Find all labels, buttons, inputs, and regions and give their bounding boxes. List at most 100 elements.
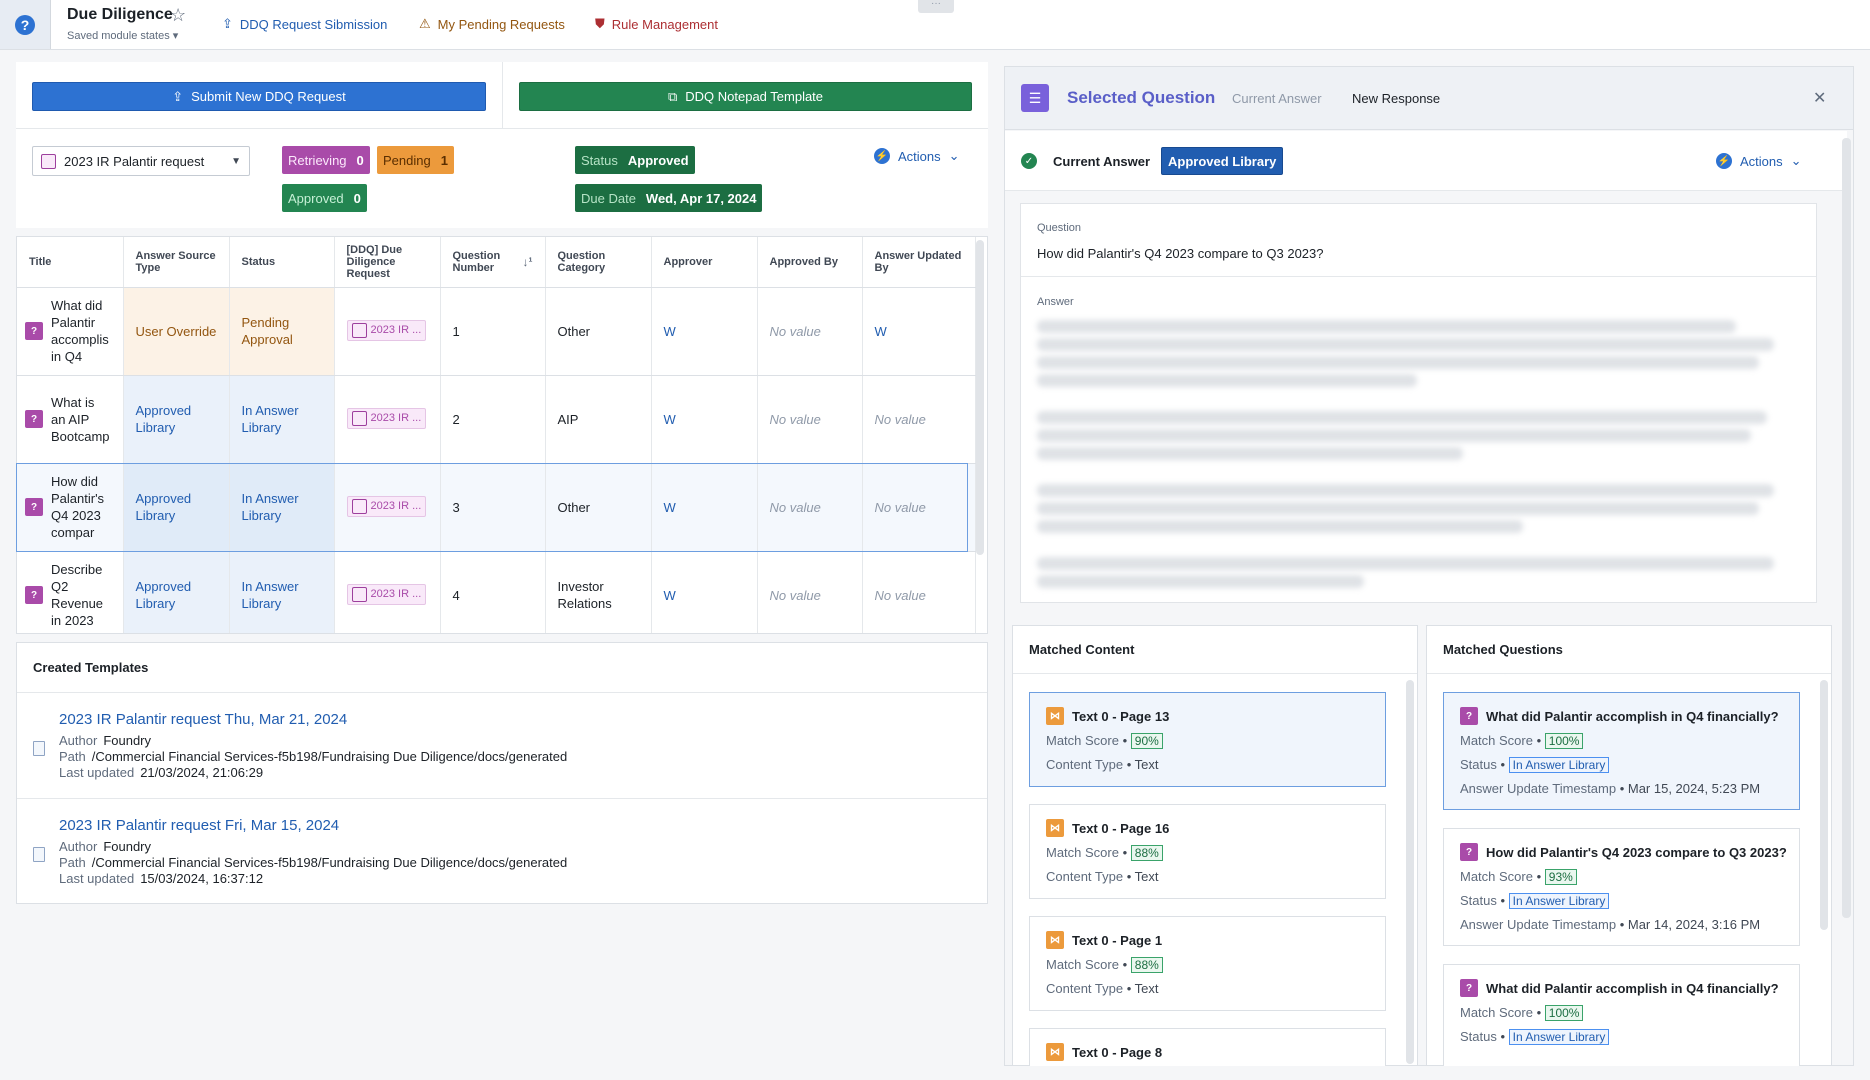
caret-down-icon: ▼ xyxy=(231,155,241,167)
status-value: In Answer Library xyxy=(1508,757,1610,773)
template-link[interactable]: 2023 IR Palantir request Thu, Mar 21, 20… xyxy=(59,711,347,728)
column-header-question-category[interactable]: Question Category xyxy=(545,237,652,288)
template-path: Path/Commercial Financial Services-f5b19… xyxy=(59,749,567,764)
nav-rule-management[interactable]: ⛊ Rule Management xyxy=(595,16,718,32)
request-chip[interactable]: 2023 IR ... xyxy=(346,496,427,517)
matched-question-card[interactable]: ? What did Palantir accomplish in Q4 fina… xyxy=(1443,964,1800,1066)
cell-title[interactable]: ? Describe Q2 Revenue in 2023 xyxy=(17,551,124,633)
right-panel-scrollbar[interactable] xyxy=(1842,138,1851,918)
nav-my-pending-requests[interactable]: ⚠ My Pending Requests xyxy=(419,16,565,32)
submit-label: Submit New DDQ Request xyxy=(191,89,346,104)
cell-request[interactable]: 2023 IR ... xyxy=(334,463,441,552)
nav-ddq-request-submission[interactable]: ⇪ DDQ Request Sibmission xyxy=(222,16,387,32)
actions-menu-button[interactable]: ⚡ Actions ⌄ xyxy=(874,148,960,164)
request-select[interactable]: 2023 IR Palantir request ▼ xyxy=(32,146,250,176)
tab-new-response[interactable]: New Response xyxy=(1352,91,1440,106)
close-icon[interactable]: ✕ xyxy=(1813,88,1826,108)
table-row[interactable]: ? What is an AIP Bootcamp? Approved Libra… xyxy=(17,375,976,464)
column-header-question-number[interactable]: Question Number ↓¹ xyxy=(440,237,546,288)
matched-content-scrollbar[interactable] xyxy=(1406,680,1414,1064)
cell-category: Other xyxy=(545,463,652,552)
star-icon[interactable]: ☆ xyxy=(170,5,186,26)
help-button[interactable]: ? xyxy=(0,0,51,49)
cell-request[interactable]: 2023 IR ... xyxy=(334,551,441,633)
cell-request[interactable]: 2023 IR ... xyxy=(334,375,441,464)
cell-approved-by: No value xyxy=(757,551,863,633)
cell-request[interactable]: 2023 IR ... xyxy=(334,287,441,376)
chevron-down-icon: ⌄ xyxy=(1790,153,1802,168)
external-link-icon: ⧉ xyxy=(667,88,678,104)
matched-content-card[interactable]: ⋈ Text 0 - Page 8 xyxy=(1029,1028,1386,1066)
matched-content-card[interactable]: ⋈ Text 0 - Page 16 Match Score • 88% Cont… xyxy=(1029,804,1386,899)
match-score-row: Match Score • 88% xyxy=(1046,957,1163,973)
type-label: Content Type xyxy=(1046,981,1124,996)
column-header-answer-updated-by[interactable]: Answer Updated By xyxy=(862,237,976,288)
tab-current-answer[interactable]: Current Answer xyxy=(1232,91,1322,106)
cell-approver[interactable]: W xyxy=(651,551,758,633)
question-icon: ? xyxy=(25,498,43,516)
cell-source: Approved Library xyxy=(123,463,230,552)
saved-states-label: Saved module states xyxy=(67,30,170,42)
request-chip[interactable]: 2023 IR ... xyxy=(346,320,427,341)
cell-approver[interactable]: W xyxy=(651,463,758,552)
selected-question-title: Selected Question xyxy=(1067,88,1216,107)
saved-states-dropdown[interactable]: Saved module states ▾ xyxy=(67,29,178,42)
notepad-label: DDQ Notepad Template xyxy=(685,89,824,104)
approved-value: 0 xyxy=(353,190,361,206)
pending-count-tag: Pending 1 xyxy=(377,146,454,174)
ddq-notepad-template-button[interactable]: ⧉ DDQ Notepad Template xyxy=(519,82,972,111)
cell-updated-by[interactable]: W xyxy=(862,287,976,376)
question-icon: ? xyxy=(25,586,43,604)
submit-new-ddq-button[interactable]: ⇪ Submit New DDQ Request xyxy=(32,82,486,111)
matched-content-panel: Matched Content ⋈ Text 0 - Page 13 Match … xyxy=(1012,625,1418,1066)
document-icon xyxy=(351,411,367,426)
table-scrollbar[interactable] xyxy=(976,240,984,555)
column-header-answer-source-type[interactable]: Answer Source Type xyxy=(123,237,230,288)
matched-questions-scrollbar[interactable] xyxy=(1820,680,1828,930)
column-header-approver[interactable]: Approver xyxy=(651,237,758,288)
current-answer-label: Current Answer xyxy=(1053,154,1151,169)
cell-approver[interactable]: W xyxy=(651,287,758,376)
template-link[interactable]: 2023 IR Palantir request Fri, Mar 15, 20… xyxy=(59,817,339,834)
cell-source: Approved Library xyxy=(123,375,230,464)
request-chip-label: 2023 IR ... xyxy=(370,324,422,336)
request-chip[interactable]: 2023 IR ... xyxy=(346,584,427,605)
divider xyxy=(1021,276,1816,277)
pending-label: Pending xyxy=(383,152,431,168)
cell-source: User Override xyxy=(123,287,230,376)
table-row-selected[interactable]: ? How did Palantir's Q4 2023 compar Appro… xyxy=(17,463,976,552)
cell-approver[interactable]: W xyxy=(651,375,758,464)
column-header-approved-by[interactable]: Approved By xyxy=(757,237,863,288)
table-row[interactable]: ? Describe Q2 Revenue in 2023 Approved Li… xyxy=(17,551,976,633)
score-value: 90% xyxy=(1130,733,1163,749)
matched-content-card[interactable]: ⋈ Text 0 - Page 1 Match Score • 88% Conte… xyxy=(1029,916,1386,1011)
cell-title[interactable]: ? What did Palantir accomplish in Q4 xyxy=(17,287,124,376)
column-header-ddq-request[interactable]: [DDQ] Due Diligence Request xyxy=(334,237,441,288)
type-value: Text xyxy=(1134,869,1159,884)
nav-label: DDQ Request Sibmission xyxy=(239,16,388,32)
matched-question-card[interactable]: ? What did Palantir accomplish in Q4 fina… xyxy=(1443,692,1800,810)
sort-icon[interactable]: ↓¹ xyxy=(523,256,533,268)
status-label: Status xyxy=(1460,757,1497,772)
answer-text-redacted xyxy=(1037,320,1797,593)
column-header-label: Question Number xyxy=(452,249,501,274)
matched-content-card[interactable]: ⋈ Text 0 - Page 13 Match Score • 90% Cont… xyxy=(1029,692,1386,787)
author-value: Foundry xyxy=(103,839,152,854)
request-chip[interactable]: 2023 IR ... xyxy=(346,408,427,429)
approved-library-tag: Approved Library xyxy=(1161,147,1284,175)
updated-value: 15/03/2024, 16:37:12 xyxy=(140,871,264,886)
column-header-status[interactable]: Status xyxy=(229,237,335,288)
document-icon xyxy=(351,499,367,514)
answer-actions-button[interactable]: ⚡ Actions ⌄ xyxy=(1716,153,1802,169)
matched-questions-panel: Matched Questions ? What did Palantir acc… xyxy=(1426,625,1832,1066)
match-score-row: Match Score • 90% xyxy=(1046,733,1163,749)
template-item[interactable]: 2023 IR Palantir request Thu, Mar 21, 20… xyxy=(17,693,987,799)
cell-title[interactable]: ? What is an AIP Bootcamp? xyxy=(17,375,124,464)
content-type-row: Content Type • Text xyxy=(1046,869,1159,884)
column-header-title[interactable]: Title xyxy=(17,237,124,288)
panel-grip[interactable]: ··· xyxy=(918,0,954,13)
matched-question-card[interactable]: ? How did Palantir's Q4 2023 compare to Q… xyxy=(1443,828,1800,946)
cell-title[interactable]: ? How did Palantir's Q4 2023 compar xyxy=(17,463,124,552)
table-row[interactable]: ? What did Palantir accomplish in Q4 User… xyxy=(17,287,976,376)
template-item[interactable]: 2023 IR Palantir request Fri, Mar 15, 20… xyxy=(17,799,987,905)
